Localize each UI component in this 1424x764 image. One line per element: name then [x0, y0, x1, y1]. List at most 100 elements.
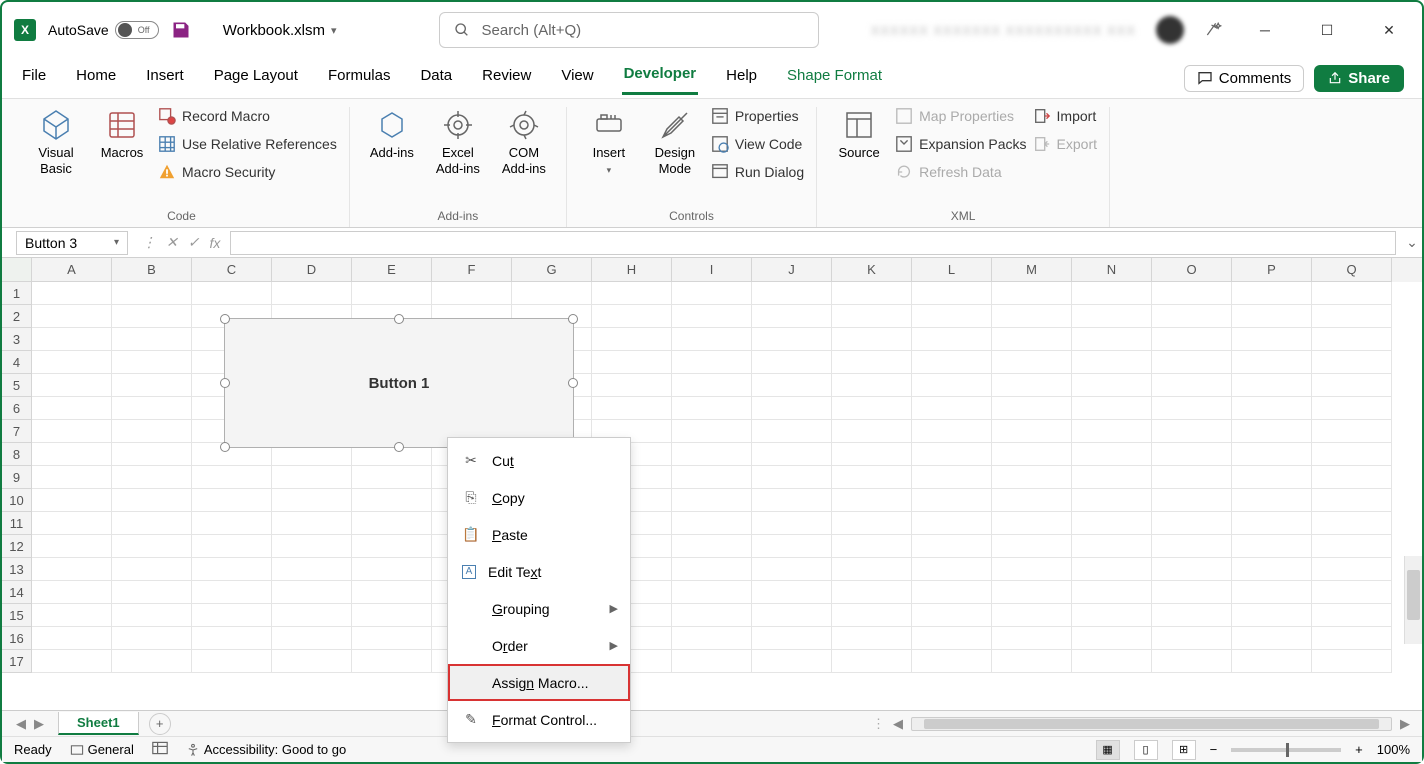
cell[interactable]	[672, 604, 752, 627]
cell[interactable]	[752, 282, 832, 305]
cell[interactable]	[32, 443, 112, 466]
tab-shape-format[interactable]: Shape Format	[785, 63, 884, 94]
cell[interactable]	[672, 650, 752, 673]
cell[interactable]	[1312, 650, 1392, 673]
resize-handle[interactable]	[568, 314, 578, 324]
cell[interactable]	[192, 512, 272, 535]
cell[interactable]	[1232, 650, 1312, 673]
cell[interactable]	[832, 282, 912, 305]
cell[interactable]	[672, 397, 752, 420]
cell[interactable]	[1072, 305, 1152, 328]
tab-page-layout[interactable]: Page Layout	[212, 63, 300, 94]
cell[interactable]	[1312, 489, 1392, 512]
excel-addins-button[interactable]: Excel Add-ins	[428, 107, 488, 176]
cell[interactable]	[912, 282, 992, 305]
cell[interactable]	[112, 305, 192, 328]
ctx-paste[interactable]: 📋 Paste	[448, 516, 630, 553]
cell[interactable]	[992, 581, 1072, 604]
cell[interactable]	[912, 328, 992, 351]
cell[interactable]	[32, 627, 112, 650]
cell[interactable]	[992, 305, 1072, 328]
column-header[interactable]: J	[752, 258, 832, 282]
cell[interactable]	[752, 581, 832, 604]
cell[interactable]	[1232, 627, 1312, 650]
cell[interactable]	[1312, 512, 1392, 535]
cell[interactable]	[1072, 374, 1152, 397]
cell[interactable]	[112, 374, 192, 397]
cell[interactable]	[1232, 397, 1312, 420]
cell[interactable]	[1312, 282, 1392, 305]
coming-soon-icon[interactable]	[1204, 20, 1224, 40]
cell[interactable]	[672, 328, 752, 351]
cell[interactable]	[832, 328, 912, 351]
cell[interactable]	[1152, 581, 1232, 604]
cell[interactable]	[1072, 535, 1152, 558]
cell[interactable]	[992, 328, 1072, 351]
cell[interactable]	[112, 420, 192, 443]
cell[interactable]	[832, 466, 912, 489]
cell[interactable]	[752, 351, 832, 374]
cell[interactable]	[1312, 443, 1392, 466]
macros-button[interactable]: Macros	[92, 107, 152, 161]
properties-button[interactable]: Properties	[711, 107, 804, 125]
cell[interactable]	[992, 443, 1072, 466]
cell[interactable]	[1312, 604, 1392, 627]
cell[interactable]	[112, 466, 192, 489]
cell[interactable]	[1072, 581, 1152, 604]
cell[interactable]	[32, 397, 112, 420]
user-avatar[interactable]	[1156, 16, 1184, 44]
column-header[interactable]: O	[1152, 258, 1232, 282]
xml-source-button[interactable]: Source	[829, 107, 889, 161]
tab-file[interactable]: File	[20, 63, 48, 94]
cell[interactable]	[1312, 558, 1392, 581]
sheet-nav-next[interactable]: ▶	[34, 716, 44, 732]
cell[interactable]	[1072, 512, 1152, 535]
cell[interactable]	[832, 604, 912, 627]
row-header[interactable]: 13	[2, 558, 32, 581]
scroll-left-icon[interactable]: ◀	[893, 716, 903, 732]
cell[interactable]	[272, 604, 352, 627]
cell[interactable]	[1312, 581, 1392, 604]
cell[interactable]	[752, 650, 832, 673]
cell[interactable]	[352, 627, 432, 650]
cell[interactable]	[1072, 443, 1152, 466]
row-header[interactable]: 3	[2, 328, 32, 351]
cell[interactable]	[272, 282, 352, 305]
cell[interactable]	[1312, 351, 1392, 374]
cell[interactable]	[672, 374, 752, 397]
cell[interactable]	[832, 397, 912, 420]
cell[interactable]	[672, 558, 752, 581]
cell[interactable]	[1232, 374, 1312, 397]
com-addins-button[interactable]: COM Add-ins	[494, 107, 554, 176]
column-header[interactable]: I	[672, 258, 752, 282]
cell[interactable]	[32, 420, 112, 443]
cell[interactable]	[1152, 420, 1232, 443]
macro-security-button[interactable]: Macro Security	[158, 163, 337, 181]
column-header[interactable]: L	[912, 258, 992, 282]
cell[interactable]	[912, 305, 992, 328]
cell[interactable]	[432, 282, 512, 305]
cell[interactable]	[112, 535, 192, 558]
cell[interactable]	[592, 328, 672, 351]
cell[interactable]	[352, 650, 432, 673]
column-header[interactable]: H	[592, 258, 672, 282]
ctx-assign-macro[interactable]: Assign Macro...	[448, 664, 630, 701]
cell[interactable]	[1232, 305, 1312, 328]
cell[interactable]	[672, 443, 752, 466]
resize-handle[interactable]	[568, 378, 578, 388]
formula-bar-expand[interactable]: ⌄	[1402, 234, 1422, 251]
cell[interactable]	[672, 581, 752, 604]
cell[interactable]	[992, 535, 1072, 558]
cell[interactable]	[1232, 512, 1312, 535]
cell[interactable]	[672, 282, 752, 305]
cell[interactable]	[1232, 351, 1312, 374]
cell[interactable]	[752, 558, 832, 581]
row-header[interactable]: 2	[2, 305, 32, 328]
cell[interactable]	[672, 305, 752, 328]
cell[interactable]	[1312, 305, 1392, 328]
cell[interactable]	[832, 581, 912, 604]
cell[interactable]	[112, 581, 192, 604]
cell[interactable]	[672, 512, 752, 535]
column-header[interactable]: G	[512, 258, 592, 282]
column-header[interactable]: K	[832, 258, 912, 282]
